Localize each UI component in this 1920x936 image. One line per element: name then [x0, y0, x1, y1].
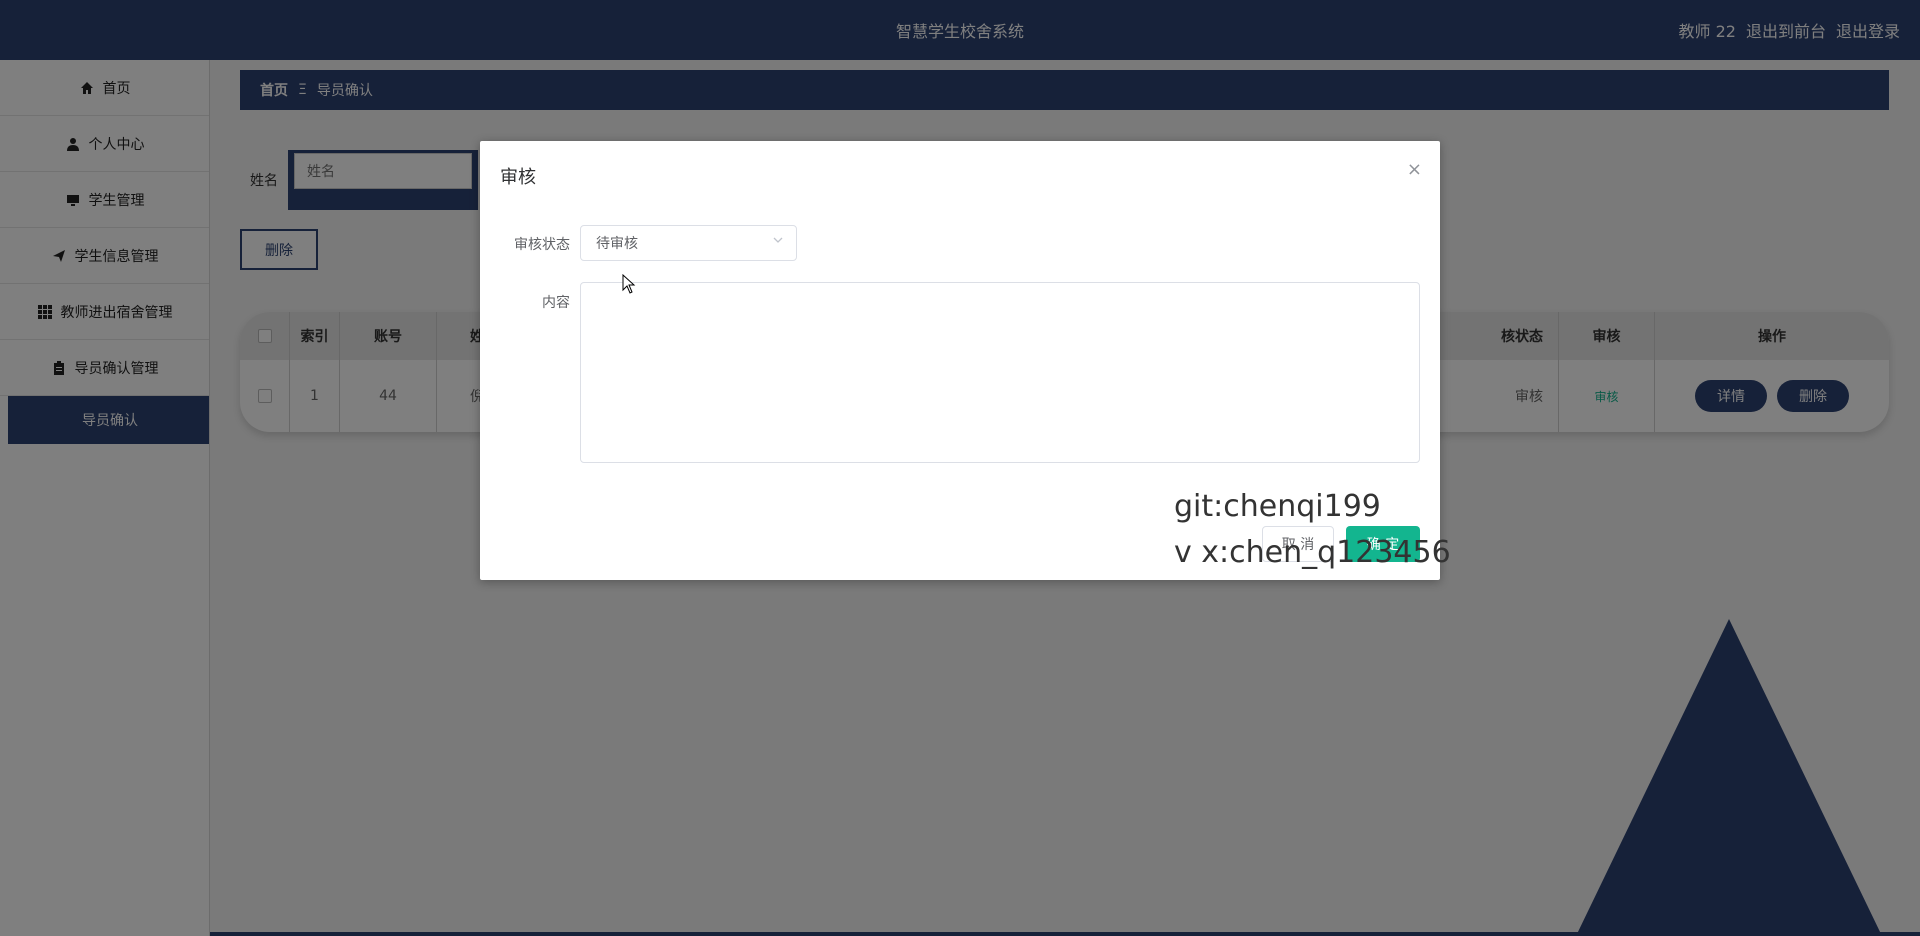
audit-dialog: 审核 × 审核状态 待审核 内容 取 消 确 定 git:chenqi199 v…	[480, 141, 1451, 580]
chevron-down-icon	[772, 234, 784, 250]
dialog-title: 审核	[500, 167, 536, 188]
mouse-cursor-icon	[622, 273, 636, 298]
close-icon[interactable]: ×	[1407, 159, 1422, 180]
status-select[interactable]: 待审核	[580, 225, 797, 261]
content-label: 内容	[542, 295, 570, 311]
watermark-text: git:chenqi199 v x:chen_q123456	[1174, 484, 1451, 576]
watermark-line-1: git:chenqi199	[1174, 489, 1381, 524]
watermark-line-2: v x:chen_q123456	[1174, 535, 1451, 570]
status-label: 审核状态	[514, 237, 570, 253]
content-textarea[interactable]	[580, 282, 1420, 463]
status-select-value: 待审核	[596, 236, 638, 252]
